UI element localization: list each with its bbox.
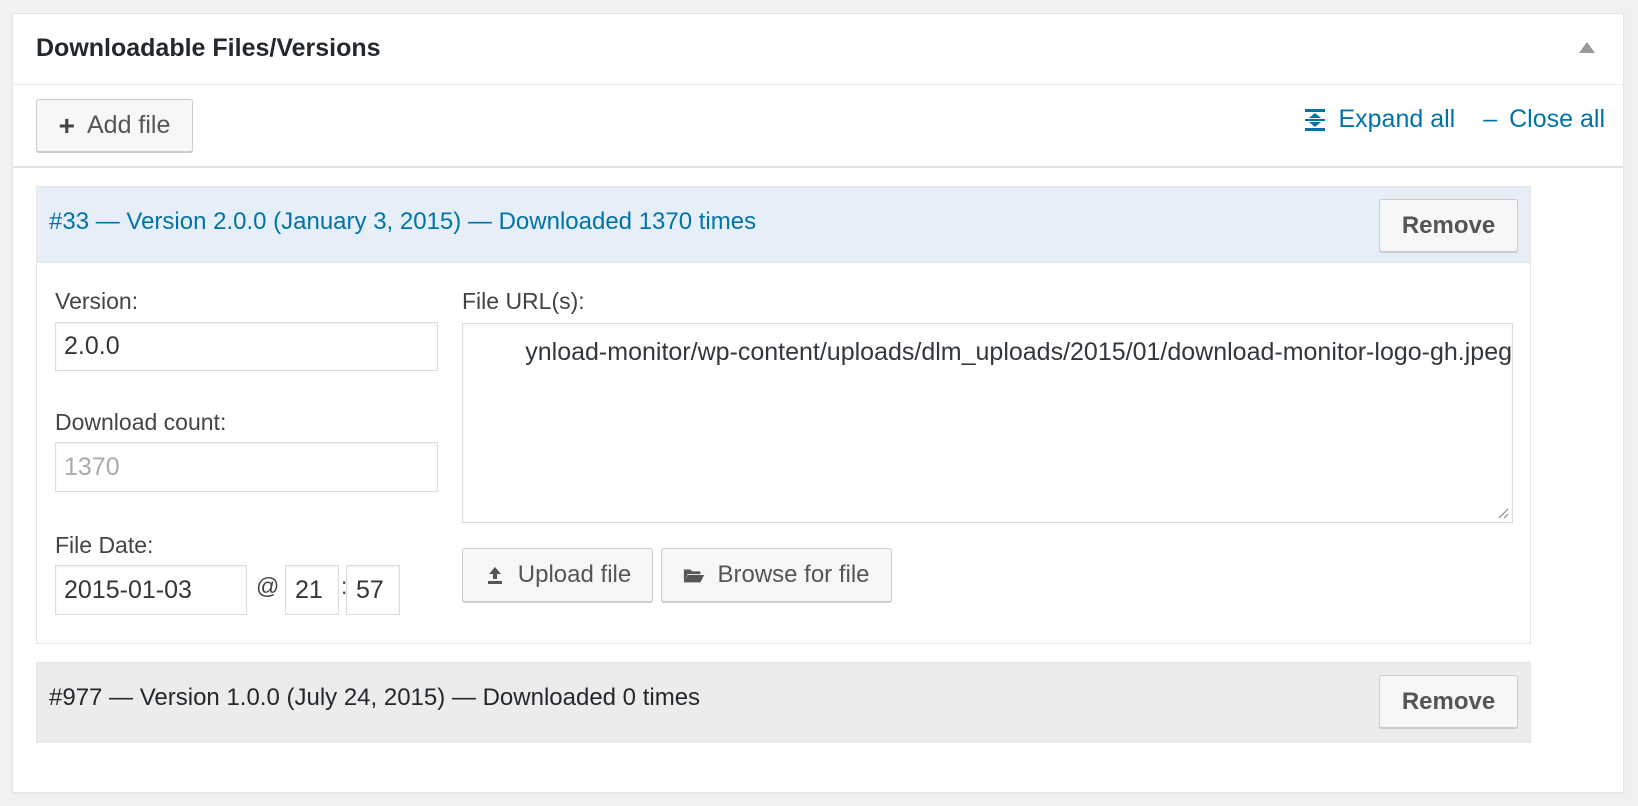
- add-file-button[interactable]: + Add file: [36, 99, 193, 152]
- upload-file-label: Upload file: [517, 561, 632, 588]
- remove-button[interactable]: Remove: [1379, 199, 1518, 252]
- resize-handle-icon[interactable]: [1497, 507, 1509, 519]
- folder-open-icon: [684, 569, 705, 583]
- expand-all-label: Expand all: [1338, 104, 1456, 133]
- browse-for-file-button[interactable]: Browse for file: [661, 548, 892, 602]
- toolbar: + Add file Expand all – Close all: [13, 86, 1623, 168]
- version-header[interactable]: #33 — Version 2.0.0 (January 3, 2015) — …: [37, 187, 1530, 263]
- expand-close-links: Expand all – Close all: [1302, 104, 1623, 134]
- file-url-value: ynload-monitor/wp-content/uploads/dlm_up…: [525, 338, 1512, 366]
- upload-file-button[interactable]: Upload file: [462, 548, 653, 602]
- remove-button[interactable]: Remove: [1379, 675, 1518, 728]
- close-dash: –: [1483, 104, 1498, 133]
- close-all-link[interactable]: Close all: [1509, 105, 1605, 134]
- plus-icon: +: [58, 109, 75, 141]
- minute-input[interactable]: 57: [346, 565, 400, 615]
- at-sign: @: [256, 573, 280, 599]
- metabox-header[interactable]: Downloadable Files/Versions: [13, 14, 1623, 85]
- version-heading[interactable]: #977 — Version 1.0.0 (July 24, 2015) — D…: [49, 684, 700, 712]
- file-urls-textarea[interactable]: ynload-monitor/wp-content/uploads/dlm_up…: [462, 323, 1513, 523]
- version-label: Version:: [55, 288, 139, 314]
- version-input[interactable]: 2.0.0: [55, 322, 438, 371]
- metabox-title: Downloadable Files/Versions: [36, 34, 381, 62]
- download-count-input[interactable]: 1370: [55, 442, 438, 492]
- upload-icon: [487, 567, 502, 584]
- expand-all-link[interactable]: Expand all: [1302, 105, 1455, 134]
- version-item: #33 — Version 2.0.0 (January 3, 2015) — …: [36, 186, 1531, 644]
- download-count-label: Download count:: [55, 409, 227, 435]
- hour-input[interactable]: 21: [285, 565, 339, 615]
- version-item-collapsed[interactable]: #977 — Version 1.0.0 (July 24, 2015) — D…: [36, 662, 1531, 743]
- file-urls-label: File URL(s):: [462, 288, 585, 314]
- expand-icon: [1305, 108, 1326, 131]
- file-date-label: File Date:: [55, 532, 154, 558]
- downloadable-files-metabox: Downloadable Files/Versions + Add file E…: [12, 13, 1624, 793]
- file-date-input[interactable]: 2015-01-03: [55, 565, 247, 615]
- triangle-up-icon[interactable]: [1579, 42, 1595, 53]
- browse-for-file-label: Browse for file: [717, 561, 870, 588]
- add-file-label: Add file: [86, 111, 171, 139]
- version-heading[interactable]: #33 — Version 2.0.0 (January 3, 2015) — …: [49, 208, 756, 236]
